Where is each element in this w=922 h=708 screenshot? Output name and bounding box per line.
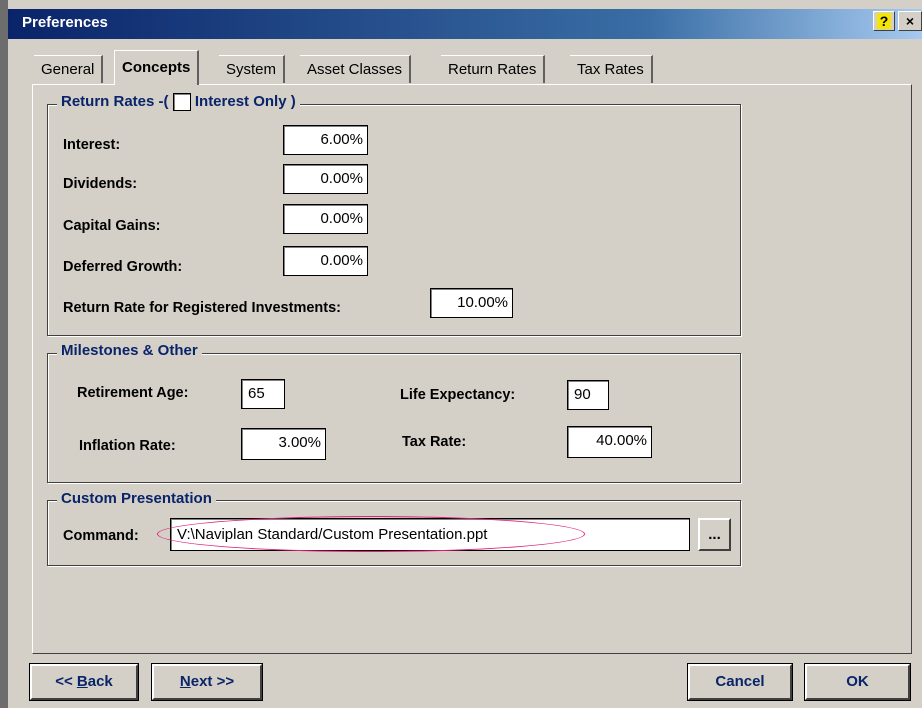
- command-label: Command:: [63, 528, 139, 544]
- back-button-accel: B: [76, 673, 88, 690]
- ok-button[interactable]: OK: [804, 663, 911, 701]
- back-button-rest: ack: [87, 673, 113, 690]
- dividends-field[interactable]: 0.00%: [283, 164, 368, 194]
- deferred-growth-label: Deferred Growth:: [63, 259, 183, 275]
- tab-system[interactable]: System: [219, 55, 286, 83]
- inflation-rate-label: Inflation Rate:: [79, 438, 176, 454]
- inflation-rate-field[interactable]: 3.00%: [241, 428, 326, 460]
- life-expectancy-label: Life Expectancy:: [400, 387, 516, 403]
- cancel-button[interactable]: Cancel: [687, 663, 793, 701]
- dividends-label: Dividends:: [63, 176, 138, 192]
- milestones-legend: Milestones & Other: [57, 342, 202, 359]
- back-button-prefix: <<: [55, 673, 77, 690]
- retirement-age-field[interactable]: 65: [241, 379, 285, 409]
- capital-gains-label: Capital Gains:: [63, 218, 161, 234]
- capital-gains-field[interactable]: 0.00%: [283, 204, 368, 234]
- registered-return-field[interactable]: 10.00%: [430, 288, 513, 318]
- next-button-accel: N: [179, 673, 191, 690]
- highlight-ellipse: [157, 516, 585, 552]
- close-button[interactable]: ×: [898, 11, 922, 31]
- return-rates-legend: Return Rates -( Interest Only ): [57, 93, 300, 112]
- back-button[interactable]: << Back: [29, 663, 139, 701]
- window-left-border: [0, 0, 8, 708]
- tax-rate-label: Tax Rate:: [402, 434, 467, 450]
- tab-label: Asset Classes: [307, 61, 403, 78]
- life-expectancy-field[interactable]: 90: [567, 380, 609, 410]
- interest-field[interactable]: 6.00%: [283, 125, 368, 155]
- tab-label: System: [226, 61, 277, 78]
- legend-text: Return Rates -(: [61, 93, 169, 110]
- tab-tax-rates[interactable]: Tax Rates: [570, 55, 653, 83]
- title-bar[interactable]: Preferences: [8, 9, 922, 39]
- tab-asset-classes[interactable]: Asset Classes: [300, 55, 412, 83]
- next-button[interactable]: Next >>: [151, 663, 263, 701]
- tab-return-rates[interactable]: Return Rates: [441, 55, 546, 83]
- tab-label: General: [41, 61, 95, 78]
- custom-presentation-legend: Custom Presentation: [57, 490, 216, 507]
- tab-label: Concepts: [122, 59, 191, 76]
- milestones-group: [47, 353, 741, 483]
- close-icon: ×: [905, 13, 915, 29]
- deferred-growth-field[interactable]: 0.00%: [283, 246, 368, 276]
- legend-text: ): [290, 93, 296, 110]
- browse-button[interactable]: ...: [698, 518, 731, 551]
- help-button[interactable]: ?: [873, 11, 895, 31]
- interest-only-checkbox[interactable]: [172, 93, 191, 112]
- interest-only-label: Interest Only: [194, 93, 287, 110]
- tab-label: Return Rates: [448, 61, 537, 78]
- next-button-rest: ext >>: [190, 673, 235, 690]
- tab-label: Tax Rates: [577, 61, 644, 78]
- tab-general[interactable]: General: [34, 55, 104, 83]
- registered-return-label: Return Rate for Registered Investments:: [63, 300, 341, 316]
- window-title: Preferences: [22, 14, 108, 31]
- help-icon: ?: [876, 13, 892, 29]
- tab-concepts[interactable]: Concepts: [114, 50, 200, 85]
- interest-label: Interest:: [63, 137, 121, 153]
- tax-rate-field[interactable]: 40.00%: [567, 426, 652, 458]
- retirement-age-label: Retirement Age:: [77, 385, 189, 401]
